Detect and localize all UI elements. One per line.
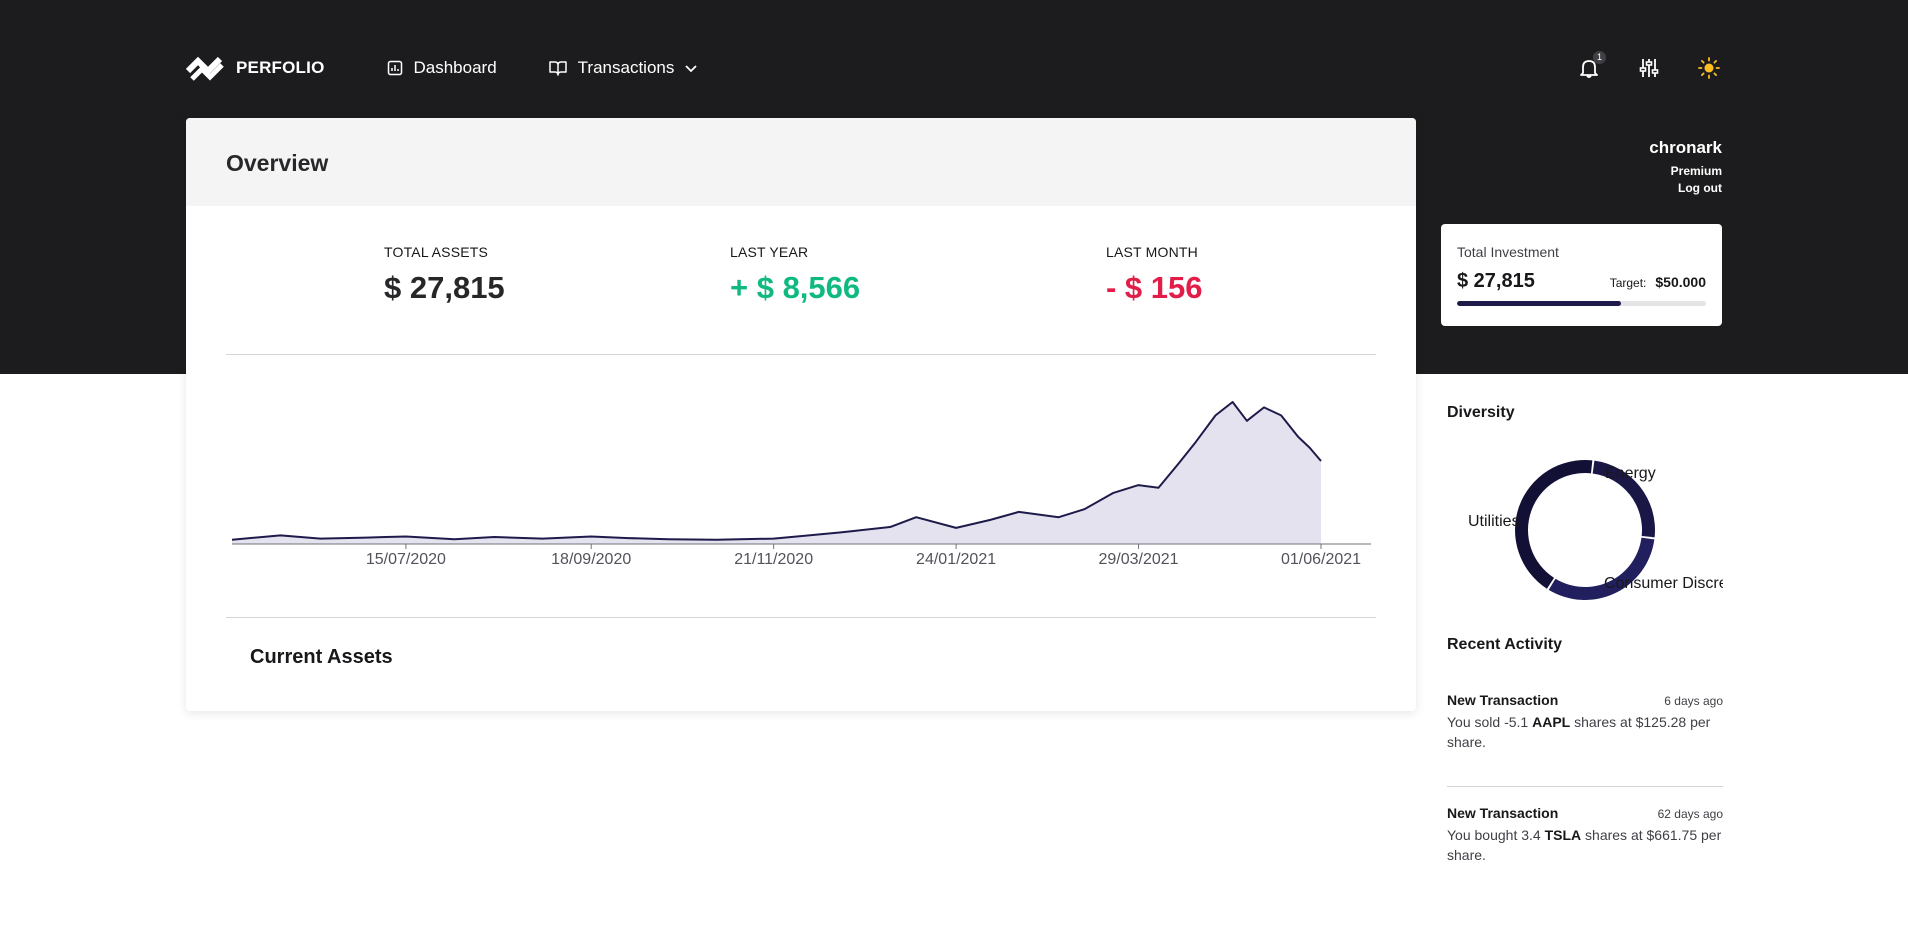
stats-divider <box>226 354 1376 355</box>
theme-toggle-button[interactable] <box>1695 54 1723 82</box>
total-investment-label: Total Investment <box>1457 244 1559 260</box>
stat-label: LAST MONTH <box>1106 244 1198 260</box>
diversity-title: Diversity <box>1447 404 1515 421</box>
chart-area-fill <box>232 402 1321 544</box>
activity-title: New Transaction <box>1447 805 1559 821</box>
donut-slice-label: Energy <box>1605 465 1656 482</box>
chart-x-tick-label: 21/11/2020 <box>734 551 813 568</box>
sliders-icon <box>1639 59 1659 77</box>
donut-slice-label: Consumer Discretionary <box>1604 575 1723 592</box>
activity-ticker: AAPL <box>1532 714 1571 730</box>
chart-x-tick-label: 01/06/2021 <box>1281 551 1361 568</box>
investment-progress-fill <box>1457 301 1622 306</box>
nav-transactions-label: Transactions <box>577 58 675 77</box>
nav-transactions[interactable]: Transactions <box>548 58 699 78</box>
username: chronark <box>1649 138 1722 157</box>
notification-badge: 1 <box>1593 51 1606 64</box>
current-assets-title: Current Assets <box>250 646 393 668</box>
chart-x-tick-label: 15/07/2020 <box>366 551 446 568</box>
activity-ticker: TSLA <box>1544 827 1582 843</box>
page-title: Overview <box>226 150 329 176</box>
chart-x-tick-label: 18/09/2020 <box>551 551 631 568</box>
logout-link[interactable]: Log out <box>1649 181 1722 195</box>
stat-last-year: LAST YEAR + $ 8,566 <box>730 244 860 306</box>
recent-activity-title: Recent Activity <box>1447 636 1562 653</box>
activity-title: New Transaction <box>1447 692 1559 708</box>
chevron-down-icon <box>684 63 698 73</box>
stat-value: - $ 156 <box>1106 270 1203 305</box>
plan-badge: Premium <box>1670 164 1722 178</box>
total-investment-card: Total Investment $ 27,815 Target: $50.00… <box>1441 224 1722 326</box>
stat-label: TOTAL ASSETS <box>384 244 489 260</box>
stat-value: $ 27,815 <box>384 270 505 305</box>
perfolio-logo-icon <box>186 56 224 81</box>
diversity-donut-chart: Energy Consumer Discretionary Utilities <box>1468 460 1723 600</box>
activity-text-pre: You sold -5.1 <box>1447 714 1533 730</box>
stat-last-month: LAST MONTH - $ 156 <box>1106 244 1203 306</box>
portfolio-area-chart: 15/07/2020 18/09/2020 21/11/2020 24/01/2021… <box>231 401 1371 568</box>
activity-time: 6 days ago <box>1664 694 1723 708</box>
activity-item: New Transaction 62 days ago You bought 3… <box>1447 805 1723 865</box>
investment-progress-bar <box>1457 301 1706 306</box>
overview-card: Overview TOTAL ASSETS $ 27,815 LAST YEAR… <box>186 118 1416 711</box>
chart-x-tick-label: 29/03/2021 <box>1099 551 1179 568</box>
chart-icon <box>387 60 403 76</box>
stat-label: LAST YEAR <box>730 244 809 260</box>
chart-divider <box>226 617 1376 618</box>
activity-time: 62 days ago <box>1657 807 1723 821</box>
nav-dashboard-label: Dashboard <box>413 58 497 77</box>
book-icon <box>548 60 567 76</box>
activity-text-pre: You bought 3.4 <box>1447 827 1545 843</box>
donut-slice-label: Utilities <box>1468 513 1520 530</box>
activity-item: New Transaction 6 days ago You sold -5.1… <box>1447 692 1723 752</box>
nav-dashboard[interactable]: Dashboard <box>387 58 497 78</box>
activity-divider <box>1447 786 1723 787</box>
overview-header: Overview <box>186 118 1416 206</box>
total-investment-amount: $ 27,815 <box>1457 270 1535 292</box>
brand-link[interactable]: PERFOLIO <box>186 53 325 83</box>
target-value: $50.000 <box>1655 274 1706 290</box>
top-nav: PERFOLIO Dashboard Transactions 1 <box>186 48 1723 88</box>
notifications-button[interactable]: 1 <box>1575 51 1606 82</box>
settings-button[interactable] <box>1635 54 1663 82</box>
user-panel: chronark Premium Log out <box>1649 138 1722 195</box>
activity-text: You bought 3.4 TSLA shares at $661.75 pe… <box>1447 825 1723 865</box>
stat-value: + $ 8,566 <box>730 270 861 305</box>
sun-icon <box>1698 57 1720 79</box>
donut-slice[interactable] <box>1515 460 1593 589</box>
nav-actions: 1 <box>1543 51 1723 82</box>
brand-name: PERFOLIO <box>236 58 325 77</box>
chart-x-tick-label: 24/01/2021 <box>916 551 996 568</box>
stat-total-assets: TOTAL ASSETS $ 27,815 <box>384 244 505 306</box>
stats-row: TOTAL ASSETS $ 27,815 LAST YEAR + $ 8,56… <box>186 206 1416 351</box>
target-label: Target: <box>1609 276 1647 290</box>
activity-text: You sold -5.1 AAPL shares at $125.28 per… <box>1447 712 1723 752</box>
